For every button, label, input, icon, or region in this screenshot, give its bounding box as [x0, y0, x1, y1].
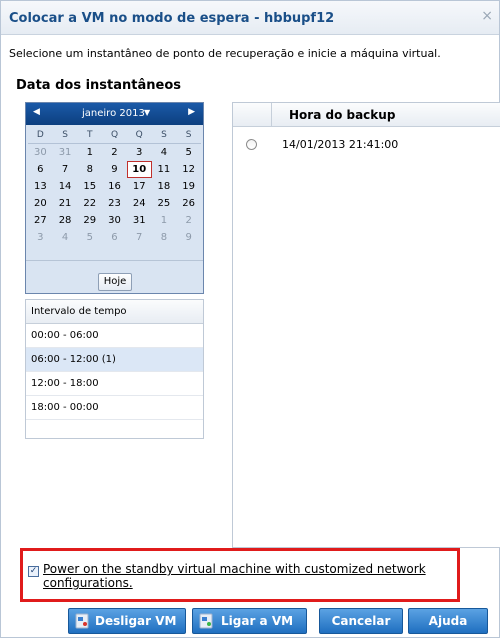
vm-start-icon — [199, 613, 213, 629]
interval-row-selected[interactable]: 06:00 - 12:00 (1) — [26, 348, 203, 372]
calendar-day[interactable]: 29 — [77, 212, 102, 229]
calendar-day[interactable]: 12 — [176, 161, 201, 178]
dialog-title: Colocar a VM no modo de espera - hbbupf1… — [9, 11, 335, 26]
calendar-day[interactable]: 4 — [152, 144, 177, 161]
today-button[interactable]: Hoje — [98, 273, 132, 291]
calendar-day[interactable]: 11 — [152, 161, 177, 178]
start-vm-label: Ligar a VM — [221, 614, 294, 628]
calendar-day[interactable]: 14 — [53, 178, 78, 195]
calendar-day[interactable]: 1 — [77, 144, 102, 161]
calendar-month-label[interactable]: janeiro 2013 — [82, 108, 145, 119]
weekday-label: S — [52, 127, 78, 144]
interval-row[interactable]: 12:00 - 18:00 — [26, 372, 203, 396]
backup-time-column-header: Hora do backup — [289, 108, 396, 122]
calendar-grid: D S T Q Q S S 30 31 1 2 3 4 5 6 7 8 9 10… — [28, 127, 201, 246]
weekday-label: Q — [126, 127, 152, 144]
calendar-day[interactable]: 2 — [176, 212, 201, 229]
standby-vm-dialog: Colocar a VM no modo de espera - hbbupf1… — [0, 0, 500, 638]
instruction-text: Selecione um instantâneo de ponto de rec… — [9, 47, 441, 60]
weekday-label: S — [151, 127, 177, 144]
calendar-divider — [26, 260, 203, 261]
calendar-day[interactable]: 26 — [176, 195, 201, 212]
calendar-day[interactable]: 30 — [102, 212, 127, 229]
calendar-day[interactable]: 9 — [102, 161, 127, 178]
calendar-day[interactable]: 6 — [28, 161, 53, 178]
calendar-day[interactable]: 8 — [152, 229, 177, 246]
calendar-day[interactable]: 8 — [77, 161, 102, 178]
time-interval-list: Intervalo de tempo 00:00 - 06:00 06:00 -… — [25, 299, 204, 439]
calendar-day[interactable]: 7 — [127, 229, 152, 246]
shutdown-vm-button[interactable]: Desligar VM — [68, 608, 186, 634]
calendar-day[interactable]: 5 — [77, 229, 102, 246]
calendar-day[interactable]: 21 — [53, 195, 78, 212]
help-button[interactable]: Ajuda — [408, 608, 488, 634]
calendar-day[interactable]: 6 — [102, 229, 127, 246]
calendar-day[interactable]: 20 — [28, 195, 53, 212]
calendar-day[interactable]: 1 — [152, 212, 177, 229]
calendar-day-selected[interactable]: 10 — [126, 161, 152, 178]
calendar-day[interactable]: 15 — [77, 178, 102, 195]
calendar-day[interactable]: 30 — [28, 144, 53, 161]
snapshot-calendar: ◀ janeiro 2013 ▼ ▶ D S T Q Q S S 30 31 1… — [25, 102, 204, 294]
weekday-label: T — [77, 127, 103, 144]
calendar-day[interactable]: 23 — [102, 195, 127, 212]
weekday-label: S — [176, 127, 201, 144]
weekday-label: Q — [102, 127, 127, 144]
backup-time-value[interactable]: 14/01/2013 21:41:00 — [282, 138, 398, 151]
calendar-day[interactable]: 31 — [127, 212, 152, 229]
backup-radio-button[interactable] — [246, 139, 257, 150]
calendar-day[interactable]: 24 — [127, 195, 152, 212]
calendar-day[interactable]: 19 — [176, 178, 201, 195]
interval-row[interactable]: 18:00 - 00:00 — [26, 396, 203, 420]
next-month-icon[interactable]: ▶ — [188, 107, 195, 117]
calendar-day[interactable]: 9 — [176, 229, 201, 246]
interval-column-header: Intervalo de tempo — [26, 300, 203, 324]
month-dropdown-icon[interactable]: ▼ — [144, 108, 150, 117]
calendar-day[interactable]: 5 — [176, 144, 201, 161]
power-on-option-highlight: ✓ Power on the standby virtual machine w… — [20, 548, 460, 602]
calendar-day[interactable]: 31 — [53, 144, 78, 161]
shutdown-vm-label: Desligar VM — [95, 614, 177, 628]
weekday-label: D — [28, 127, 53, 144]
calendar-day[interactable]: 4 — [53, 229, 78, 246]
calendar-day[interactable]: 22 — [77, 195, 102, 212]
start-vm-button[interactable]: Ligar a VM — [192, 608, 307, 634]
calendar-day[interactable]: 3 — [28, 229, 53, 246]
power-on-label[interactable]: Power on the standby virtual machine wit… — [43, 562, 453, 590]
calendar-day[interactable]: 25 — [152, 195, 177, 212]
calendar-day[interactable]: 3 — [127, 144, 152, 161]
calendar-day[interactable]: 18 — [152, 178, 177, 195]
power-on-checkbox[interactable]: ✓ — [28, 566, 39, 577]
snapshot-date-heading: Data dos instantâneos — [16, 78, 181, 93]
backup-table-header: Hora do backup — [233, 103, 500, 127]
calendar-day[interactable]: 13 — [28, 178, 53, 195]
cancel-button[interactable]: Cancelar — [319, 608, 403, 634]
calendar-day[interactable]: 28 — [53, 212, 78, 229]
prev-month-icon[interactable]: ◀ — [33, 107, 40, 117]
calendar-day[interactable]: 27 — [28, 212, 53, 229]
column-divider — [271, 103, 272, 127]
calendar-header: ◀ janeiro 2013 ▼ ▶ — [26, 103, 203, 125]
close-icon[interactable]: × — [481, 8, 493, 24]
calendar-day[interactable]: 16 — [102, 178, 127, 195]
dialog-title-bar: Colocar a VM no modo de espera - hbbupf1… — [1, 1, 499, 35]
calendar-day[interactable]: 7 — [53, 161, 78, 178]
calendar-day[interactable]: 2 — [102, 144, 127, 161]
backup-time-table: Hora do backup 14/01/2013 21:41:00 — [232, 102, 500, 548]
calendar-day[interactable]: 17 — [127, 178, 152, 195]
vm-power-icon — [75, 613, 89, 629]
interval-row[interactable]: 00:00 - 06:00 — [26, 324, 203, 348]
